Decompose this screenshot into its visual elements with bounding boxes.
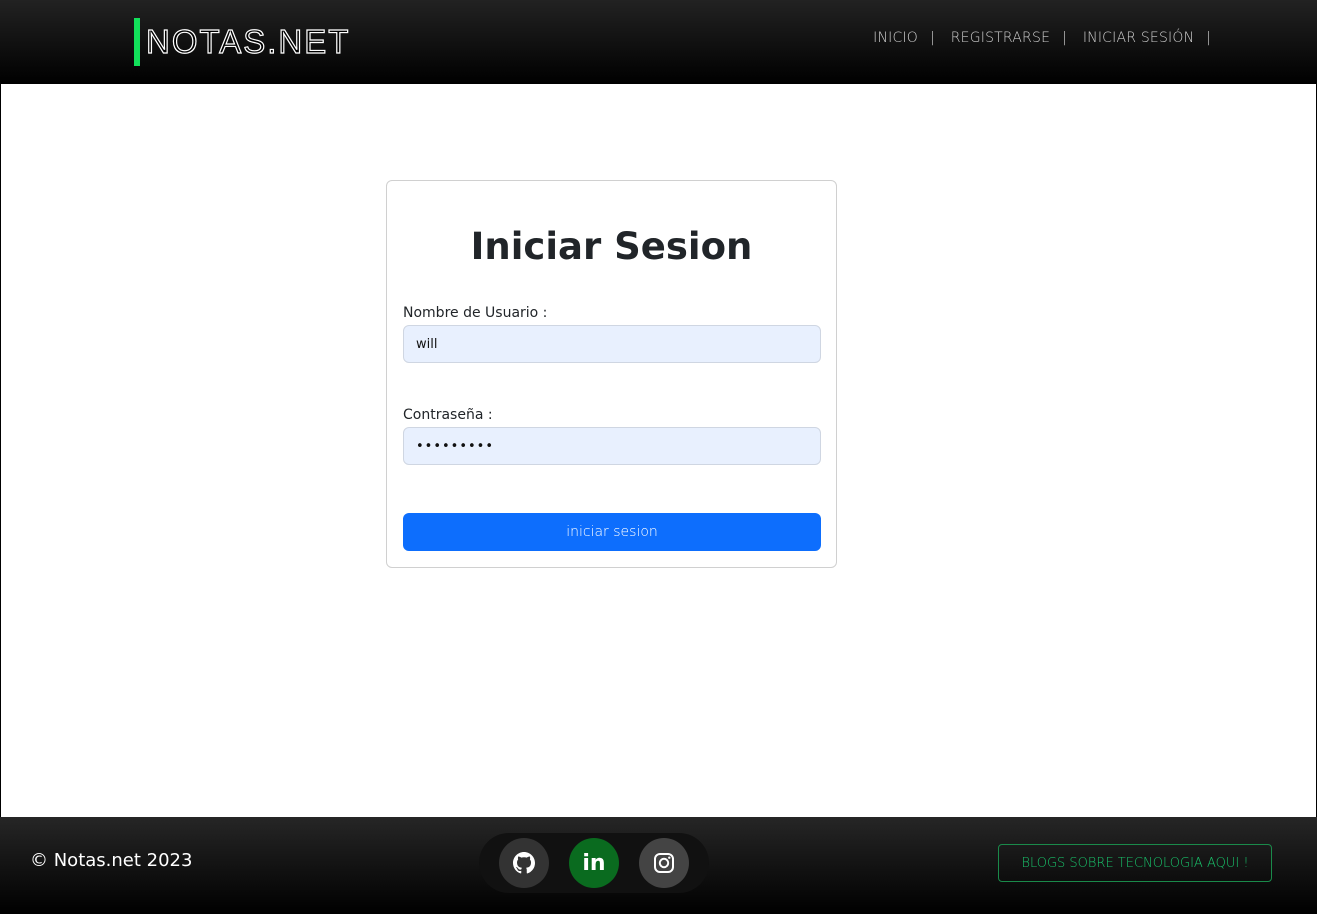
copyright-text: © Notas.net 2023 xyxy=(30,850,193,871)
site-header: NOTAS.NET INICIO | REGISTRARSE | INICIAR… xyxy=(0,0,1317,84)
github-icon xyxy=(513,852,535,874)
instagram-link[interactable] xyxy=(639,838,689,888)
nav-link-registrarse[interactable]: REGISTRARSE xyxy=(951,30,1050,46)
main-nav: INICIO | REGISTRARSE | INICIAR SESIÓN | xyxy=(873,30,1211,46)
username-input[interactable] xyxy=(403,325,821,363)
password-label: Contraseña : xyxy=(403,407,493,423)
nav-link-iniciar-sesion[interactable]: INICIAR SESIÓN xyxy=(1083,30,1194,46)
nav-separator: | xyxy=(1206,30,1211,46)
login-title: Iniciar Sesion xyxy=(470,225,753,268)
github-link[interactable] xyxy=(499,838,549,888)
nav-link-inicio[interactable]: INICIO xyxy=(873,30,918,46)
login-submit-button[interactable]: iniciar sesion xyxy=(403,513,821,551)
nav-separator: | xyxy=(1062,30,1067,46)
social-links: in xyxy=(479,833,709,893)
logo[interactable]: NOTAS.NET xyxy=(134,18,350,66)
nav-separator: | xyxy=(930,30,935,46)
logo-accent-bar xyxy=(134,18,140,66)
linkedin-link[interactable]: in xyxy=(569,838,619,888)
username-label: Nombre de Usuario : xyxy=(403,305,548,321)
page: NOTAS.NET INICIO | REGISTRARSE | INICIAR… xyxy=(0,0,1317,914)
instagram-icon xyxy=(654,853,674,873)
blogs-button[interactable]: BLOGS SOBRE TECNOLOGIA AQUI ! xyxy=(998,844,1272,882)
password-input[interactable] xyxy=(403,427,821,465)
main-content: Iniciar Sesion Nombre de Usuario : Contr… xyxy=(1,84,1316,817)
linkedin-icon: in xyxy=(582,850,606,876)
site-footer: © Notas.net 2023 in BLOGS SOBRE TECNOLOG… xyxy=(0,817,1317,914)
login-card: Iniciar Sesion Nombre de Usuario : Contr… xyxy=(386,180,837,568)
logo-text: NOTAS.NET xyxy=(145,22,351,60)
